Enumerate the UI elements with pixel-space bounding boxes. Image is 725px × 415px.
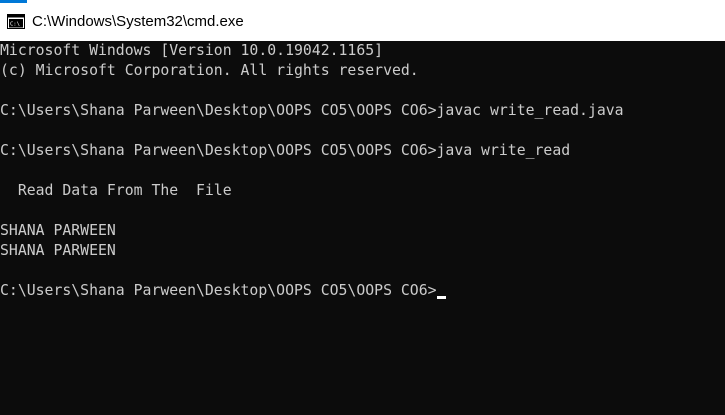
console-line-output-2: SHANA PARWEEN — [0, 242, 116, 259]
console-line-version: Microsoft Windows [Version 10.0.19042.11… — [0, 42, 384, 59]
console-line-output-header: Read Data From The File — [0, 182, 232, 199]
console-line-prompt[interactable]: C:\Users\Shana Parween\Desktop\OOPS CO5\… — [0, 281, 446, 301]
cmd-icon[interactable]: C:\ — [7, 14, 25, 29]
console-line-java-command: C:\Users\Shana Parween\Desktop\OOPS CO5\… — [0, 142, 571, 159]
console-line-javac-command: C:\Users\Shana Parween\Desktop\OOPS CO5\… — [0, 102, 624, 119]
svg-text:C:\: C:\ — [10, 22, 20, 28]
title-bar[interactable]: C:\ C:\Windows\System32\cmd.exe — [0, 0, 725, 41]
console-area[interactable]: Microsoft Windows [Version 10.0.19042.11… — [0, 41, 725, 415]
window-title: C:\Windows\System32\cmd.exe — [32, 13, 244, 30]
prompt-text: C:\Users\Shana Parween\Desktop\OOPS CO5\… — [0, 282, 437, 299]
cmd-window: C:\ C:\Windows\System32\cmd.exe Microsof… — [0, 0, 725, 415]
title-bar-accent — [0, 0, 27, 3]
text-cursor — [436, 296, 446, 299]
console-line-output-1: SHANA PARWEEN — [0, 222, 116, 239]
console-line-copyright: (c) Microsoft Corporation. All rights re… — [0, 62, 419, 79]
